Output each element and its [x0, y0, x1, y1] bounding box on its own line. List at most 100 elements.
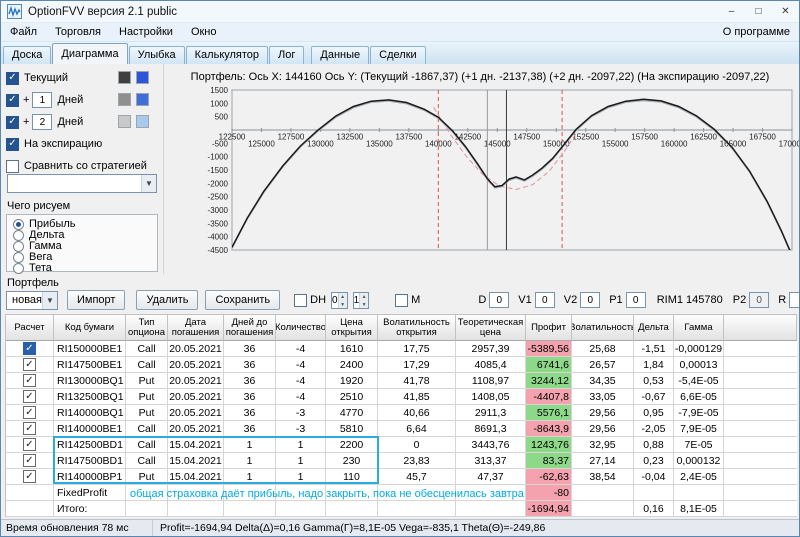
color-swatch[interactable]: [118, 93, 131, 106]
column-header[interactable]: Расчет: [6, 315, 54, 341]
column-header[interactable]: Код бумаги: [54, 315, 126, 341]
radio-icon[interactable]: [13, 252, 24, 263]
column-header[interactable]: Теоретическая цена: [456, 315, 526, 341]
table-row[interactable]: ✓RI150000BE1Call20.05.202136-4161017,752…: [6, 341, 797, 357]
column-header[interactable]: Профит: [526, 315, 572, 341]
tab-diagramma[interactable]: Диаграмма: [52, 43, 127, 64]
dh-spinner-1[interactable]: 0 ▲▼: [331, 292, 348, 309]
cell-date: 20.05.2021: [168, 421, 224, 437]
d-field[interactable]: 0: [489, 292, 509, 308]
profit-chart[interactable]: 1225001250001275001300001325001350001375…: [164, 64, 800, 276]
color-swatch[interactable]: [118, 115, 131, 128]
strategy-select[interactable]: ▼: [7, 174, 157, 193]
p1-label: P1: [609, 294, 622, 306]
svg-text:137500: 137500: [395, 133, 422, 142]
cell-gamma: 2,4E-05: [674, 469, 724, 485]
cell-code: RI130000BQ1: [54, 373, 126, 389]
radio-icon[interactable]: [13, 219, 24, 230]
row-calc-checkbox[interactable]: ✓: [23, 438, 36, 451]
tab-kalkulyator[interactable]: Калькулятор: [186, 46, 268, 64]
dh-checkbox[interactable]: [294, 294, 307, 307]
spinner-arrows-icon[interactable]: ▲▼: [338, 293, 347, 308]
svg-text:125000: 125000: [248, 140, 275, 149]
tab-sdelki[interactable]: Сделки: [370, 46, 426, 64]
radio-theta[interactable]: Тета: [13, 262, 52, 274]
table-row[interactable]: ✓RI140000BE1Call20.05.202136-358106,6486…: [6, 421, 797, 437]
m-checkbox[interactable]: [395, 294, 408, 307]
r-field[interactable]: [789, 292, 799, 308]
cell-delta: -0,67: [634, 389, 674, 405]
row-calc-checkbox[interactable]: ✓: [23, 406, 36, 419]
row-calc-checkbox[interactable]: ✓: [23, 470, 36, 483]
table-row[interactable]: ✓RI140000BQ1Put20.05.202136-3477040,6629…: [6, 405, 797, 421]
table-row[interactable]: ✓RI147500BD1Call15.04.20211123023,83313,…: [6, 453, 797, 469]
color-swatch[interactable]: [136, 71, 149, 84]
color-swatch[interactable]: [136, 93, 149, 106]
column-header[interactable]: Волатильность открытия: [378, 315, 456, 341]
column-header[interactable]: Цена открытия: [326, 315, 378, 341]
table-row[interactable]: ✓RI132500BQ1Put20.05.202136-4251041,8514…: [6, 389, 797, 405]
days-input[interactable]: 2: [32, 114, 52, 130]
table-row[interactable]: ✓RI130000BQ1Put20.05.202136-4192041,7811…: [6, 373, 797, 389]
series-checkbox[interactable]: ✓: [6, 94, 19, 107]
row-calc-checkbox[interactable]: ✓: [23, 454, 36, 467]
series-checkbox[interactable]: ✓: [6, 116, 19, 129]
tab-ulybka[interactable]: Улыбка: [129, 46, 185, 64]
v2-field[interactable]: 0: [580, 292, 600, 308]
v1-field[interactable]: 0: [535, 292, 555, 308]
column-header[interactable]: Гамма: [674, 315, 724, 341]
total-row[interactable]: Итого:-1694,940,168,1E-05: [6, 501, 797, 517]
column-header[interactable]: Дата погашения: [168, 315, 224, 341]
spinner-arrows-icon[interactable]: ▲▼: [359, 293, 368, 308]
compare-strategy-label: Сравнить со стратегией: [24, 160, 147, 172]
save-button[interactable]: Сохранить: [205, 290, 280, 310]
menu-settings[interactable]: Настройки: [110, 23, 182, 42]
tab-dannye[interactable]: Данные: [311, 46, 369, 64]
series-checkbox[interactable]: ✓: [6, 138, 19, 151]
p1-field[interactable]: 0: [626, 292, 646, 308]
row-calc-checkbox[interactable]: ✓: [23, 390, 36, 403]
close-button[interactable]: ✕: [772, 1, 799, 22]
maximize-button[interactable]: □: [745, 1, 772, 22]
cell-price: 1920: [326, 373, 378, 389]
row-calc-checkbox[interactable]: ✓: [23, 422, 36, 435]
column-header[interactable]: Дней до погашения: [224, 315, 276, 341]
radio-icon[interactable]: [13, 230, 24, 241]
radio-icon[interactable]: [13, 263, 24, 274]
delete-button[interactable]: Удалить: [136, 290, 198, 310]
row-calc-checkbox[interactable]: ✓: [23, 374, 36, 387]
cell-type: Call: [126, 421, 168, 437]
menu-trade[interactable]: Торговля: [46, 23, 110, 42]
series-checkbox[interactable]: ✓: [6, 72, 19, 85]
days-input[interactable]: 1: [32, 92, 52, 108]
cell-delta: -2,05: [634, 421, 674, 437]
row-calc-checkbox[interactable]: ✓: [23, 342, 36, 355]
menu-about[interactable]: О программе: [714, 23, 799, 42]
table-row[interactable]: ✓RI140000BP1Put15.04.20211111045,747,37-…: [6, 469, 797, 485]
table-row[interactable]: ✓RI147500BE1Call20.05.202136-4240017,294…: [6, 357, 797, 373]
cell-filler: [724, 341, 797, 357]
column-header[interactable]: Количество: [276, 315, 326, 341]
color-swatch[interactable]: [136, 115, 149, 128]
portfolio-select[interactable]: новая ▼: [6, 291, 58, 310]
row-calc-checkbox[interactable]: ✓: [23, 358, 36, 371]
tab-log[interactable]: Лог: [269, 46, 304, 64]
cell-days: 36: [224, 357, 276, 373]
svg-text:-4500: -4500: [208, 246, 229, 255]
menu-file[interactable]: Файл: [1, 23, 46, 42]
cell-price: 5810: [326, 421, 378, 437]
compare-strategy-checkbox[interactable]: [6, 160, 19, 173]
color-swatch[interactable]: [118, 71, 131, 84]
column-header[interactable]: Дельта: [634, 315, 674, 341]
column-header[interactable]: Тип опциона: [126, 315, 168, 341]
svg-text:135000: 135000: [366, 140, 393, 149]
dh-spinner-2[interactable]: 1 ▲▼: [353, 292, 370, 309]
minimize-button[interactable]: –: [718, 1, 745, 22]
radio-icon[interactable]: [13, 241, 24, 252]
menu-window[interactable]: Окно: [182, 23, 226, 42]
table-row[interactable]: ✓RI142500BD1Call15.04.202111220003443,76…: [6, 437, 797, 453]
import-button[interactable]: Импорт: [67, 290, 125, 310]
column-header[interactable]: Волатильность: [572, 315, 634, 341]
p2-field[interactable]: 0: [749, 292, 769, 308]
tab-doska[interactable]: Доска: [3, 46, 51, 64]
